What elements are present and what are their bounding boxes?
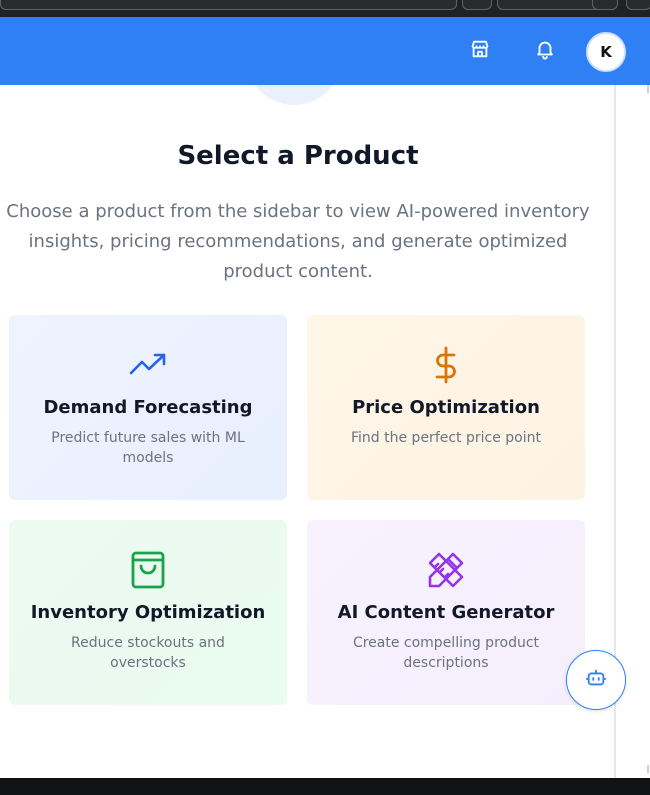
trending-up-icon [129, 351, 167, 383]
page-subtitle: Choose a product from the sidebar to vie… [6, 201, 590, 282]
card-title: Price Optimization [352, 397, 540, 418]
main-content: Select a Product Choose a product from t… [0, 85, 614, 778]
top-header: K [0, 17, 650, 85]
card-title: Demand Forecasting [43, 397, 253, 418]
ai-assistant-button[interactable] [566, 650, 626, 710]
browser-toolbar-button[interactable] [592, 0, 618, 10]
card-description: Reduce stockouts and overstocks [71, 635, 225, 671]
page-title: Select a Product [177, 141, 419, 171]
taskbar [0, 778, 650, 795]
browser-toolbar-button[interactable] [462, 0, 492, 10]
card-demand-forecasting[interactable]: Demand Forecasting Predict future sales … [9, 315, 287, 500]
card-description: Find the perfect price point [351, 430, 541, 446]
bell-icon [534, 38, 556, 64]
card-title: AI Content Generator [337, 602, 555, 623]
card-description: Create compelling product descriptions [352, 635, 540, 671]
notifications-button[interactable] [529, 35, 561, 67]
card-description: Predict future sales with ML models [51, 430, 245, 466]
user-avatar[interactable]: K [586, 32, 626, 72]
pencil-ruler-icon [427, 551, 465, 593]
hero-illustration [246, 85, 342, 105]
rail-marker [647, 765, 649, 773]
browser-top-bar [0, 0, 650, 17]
card-inventory-optimization[interactable]: Inventory Optimization Reduce stockouts … [9, 520, 287, 705]
store-button[interactable] [464, 35, 496, 67]
store-icon [469, 38, 491, 64]
browser-toolbar-button[interactable] [626, 0, 650, 10]
card-ai-content-generator[interactable]: AI Content Generator Create compelling p… [307, 520, 585, 705]
shopping-bag-icon [131, 551, 165, 593]
bot-icon [585, 667, 607, 693]
rail-marker [647, 85, 649, 93]
dollar-icon [432, 346, 460, 388]
card-title: Inventory Optimization [30, 602, 266, 623]
browser-tab[interactable] [0, 0, 457, 10]
app-window: K Select a Product Choose a product from… [0, 17, 650, 778]
card-price-optimization[interactable]: Price Optimization Find the perfect pric… [307, 315, 585, 500]
